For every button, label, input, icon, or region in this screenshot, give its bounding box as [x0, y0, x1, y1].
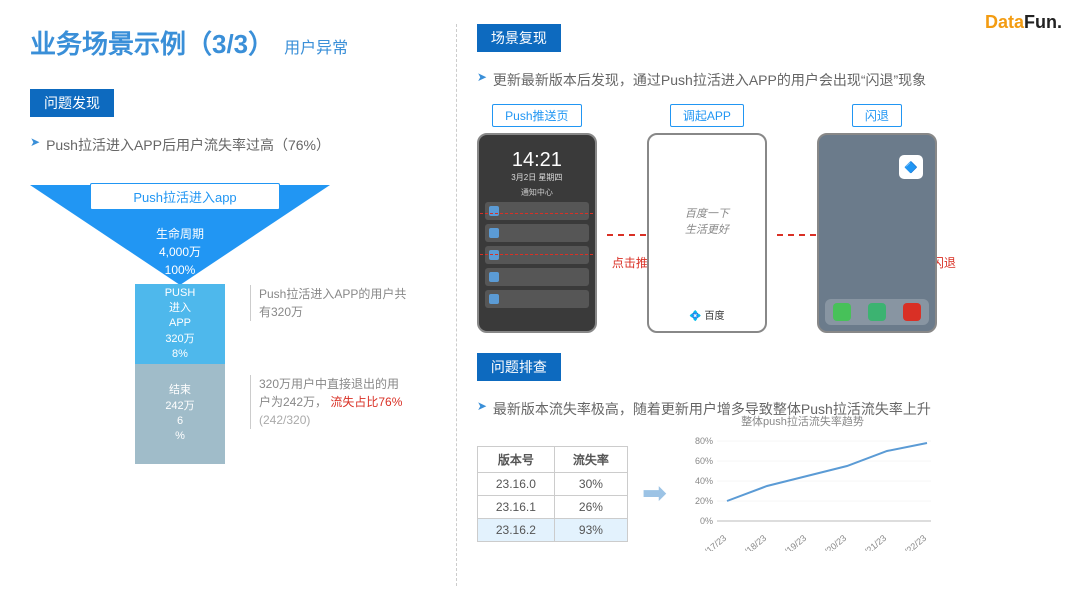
funnel-stage1-name: 生命周期 [30, 225, 330, 243]
chart-wrap: 整体push拉活流失率趋势 80% 60% 40% 20% 0% [681, 431, 941, 556]
logo-brand1: Data [985, 12, 1024, 32]
table-cell: 30% [554, 472, 627, 495]
phone-label-push: Push推送页 [492, 104, 581, 127]
funnel-stage3-l3: 6 [135, 414, 225, 429]
table-cell: 93% [554, 518, 627, 541]
phones-row: 点击推送内容，调起app 进入APP后闪退 Push推送页 14:21 3月2日… [477, 104, 1050, 333]
ytick: 0% [700, 516, 713, 526]
phone-crash: 🔷 [817, 133, 937, 333]
dock-app-icon [903, 303, 921, 321]
notif-item [485, 290, 589, 308]
funnel-stage1: 生命周期 4,000万 100% [30, 225, 330, 279]
notif-icon [489, 272, 499, 282]
xtick: 2/18/23 [739, 533, 768, 551]
logo: DataFun. [985, 12, 1062, 33]
phone-push: 14:21 3月2日 星期四 通知中心 [477, 133, 597, 333]
funnel-stage2: PUSH 进入 APP 320万 8% [135, 284, 225, 364]
problem-bullet-text: Push拉活进入APP后用户流失率过高（76%） [46, 135, 330, 155]
bottom-row: 版本号 流失率 23.16.0 30% 23.16.1 26% 23.16.2 … [477, 431, 1050, 556]
funnel-annotation-2: 320万用户中直接退出的用户为242万， 流失占比76% (242/320) [250, 375, 410, 429]
line-chart: 80% 60% 40% 20% 0% 2/17/23 2/18/23 2/19/… [681, 431, 941, 551]
left-column: 业务场景示例（3/3） 用户异常 问题发现 Push拉活进入APP后用户流失率过… [30, 24, 456, 586]
scene-bullet-text: 更新最新版本后发现，通过Push拉活进入APP的用户会出现“闪退”现象 [493, 70, 926, 90]
phone-app: 百度一下 生活更好 💠 百度 [647, 133, 767, 333]
logo-brand2: Fun. [1024, 12, 1062, 32]
funnel-annotation-1: Push拉活进入APP的用户共有320万 [250, 285, 410, 321]
chart-line [727, 443, 927, 501]
home-app-icon: 🔷 [899, 155, 923, 179]
funnel-anno2-c: (242/320) [259, 413, 310, 427]
funnel-stage2-value: 320万 [135, 332, 225, 347]
section-tag-scene: 场景复现 [477, 24, 561, 52]
lock-time: 14:21 [479, 149, 595, 172]
funnel-stage2-l2: 进入 [135, 301, 225, 316]
table-row: 23.16.1 26% [477, 495, 627, 518]
app-splash-text: 百度一下 生活更好 [649, 205, 765, 237]
funnel-stage3-value: 242万 [135, 399, 225, 414]
notif-icon [489, 294, 499, 304]
xtick: 2/17/23 [699, 533, 728, 551]
phone-block-push: Push推送页 14:21 3月2日 星期四 通知中心 [477, 104, 597, 333]
problem-bullet: Push拉活进入APP后用户流失率过高（76%） [30, 135, 436, 155]
funnel-anno2-b: 流失占比76% [330, 395, 402, 409]
splash-line1: 百度一下 [685, 208, 729, 220]
table-row: 23.16.0 30% [477, 472, 627, 495]
phone-icon [833, 303, 851, 321]
ytick: 80% [695, 436, 713, 446]
right-column: 场景复现 更新最新版本后发现，通过Push拉活进入APP的用户会出现“闪退”现象… [456, 24, 1050, 586]
phone-block-crash: 闪退 🔷 [817, 104, 937, 333]
xtick: 2/21/23 [859, 533, 888, 551]
chart-title: 整体push拉活流失率趋势 [741, 413, 864, 429]
section-tag-problem: 问题发现 [30, 89, 114, 117]
app-brand: 💠 百度 [649, 307, 765, 322]
xtick: 2/20/23 [819, 533, 848, 551]
table-header-rate: 流失率 [554, 446, 627, 472]
phone-label-crash: 闪退 [852, 104, 902, 127]
scene-bullet: 更新最新版本后发现，通过Push拉活进入APP的用户会出现“闪退”现象 [477, 70, 1050, 90]
funnel-stage3-pct: % [135, 429, 225, 444]
phone-label-app: 调起APP [670, 104, 744, 127]
notif-item [485, 268, 589, 286]
table-cell: 23.16.1 [477, 495, 554, 518]
table-header-version: 版本号 [477, 446, 554, 472]
funnel-stage2-l3: APP [135, 316, 225, 331]
funnel-stage3: 结束 242万 6 % [135, 364, 225, 464]
ytick: 40% [695, 476, 713, 486]
table-cell: 26% [554, 495, 627, 518]
big-arrow-icon: ➡ [642, 476, 667, 511]
section-tag-troubleshoot: 问题排查 [477, 353, 561, 381]
troubleshoot-bullet-text: 最新版本流失率极高，随着更新用户增多导致整体Push拉活流失率上升 [493, 399, 931, 419]
phone-dock [825, 299, 929, 325]
funnel-top-label: Push拉活进入app [90, 183, 280, 210]
version-table: 版本号 流失率 23.16.0 30% 23.16.1 26% 23.16.2 … [477, 446, 628, 542]
slide: 业务场景示例（3/3） 用户异常 问题发现 Push拉活进入APP后用户流失率过… [0, 0, 1080, 606]
funnel-stage2-pct: 8% [135, 347, 225, 362]
xtick: 2/22/23 [899, 533, 928, 551]
lock-date: 3月2日 星期四 [479, 172, 595, 183]
funnel-stage3-name: 结束 [135, 383, 225, 398]
title-main: 业务场景示例（3/3） [30, 24, 274, 61]
funnel-stage1-value: 4,000万 [30, 243, 330, 261]
notif-highlight [477, 213, 597, 255]
table-row-highlighted: 23.16.2 93% [477, 518, 627, 541]
table-cell: 23.16.2 [477, 518, 554, 541]
xtick: 2/19/23 [779, 533, 808, 551]
phone-block-app: 调起APP 百度一下 生活更好 💠 百度 [647, 104, 767, 333]
funnel-stage2-name: PUSH [135, 286, 225, 301]
page-title: 业务场景示例（3/3） 用户异常 [30, 24, 436, 61]
ytick: 20% [695, 496, 713, 506]
table-header-row: 版本号 流失率 [477, 446, 627, 472]
table-cell: 23.16.0 [477, 472, 554, 495]
funnel: Push拉活进入app 生命周期 4,000万 100% PUSH 进入 APP… [30, 185, 436, 525]
funnel-stage1-pct: 100% [30, 261, 330, 279]
title-sub: 用户异常 [284, 34, 348, 58]
notif-center-label: 通知中心 [479, 187, 595, 198]
splash-line2: 生活更好 [685, 224, 729, 236]
wechat-icon [868, 303, 886, 321]
ytick: 60% [695, 456, 713, 466]
